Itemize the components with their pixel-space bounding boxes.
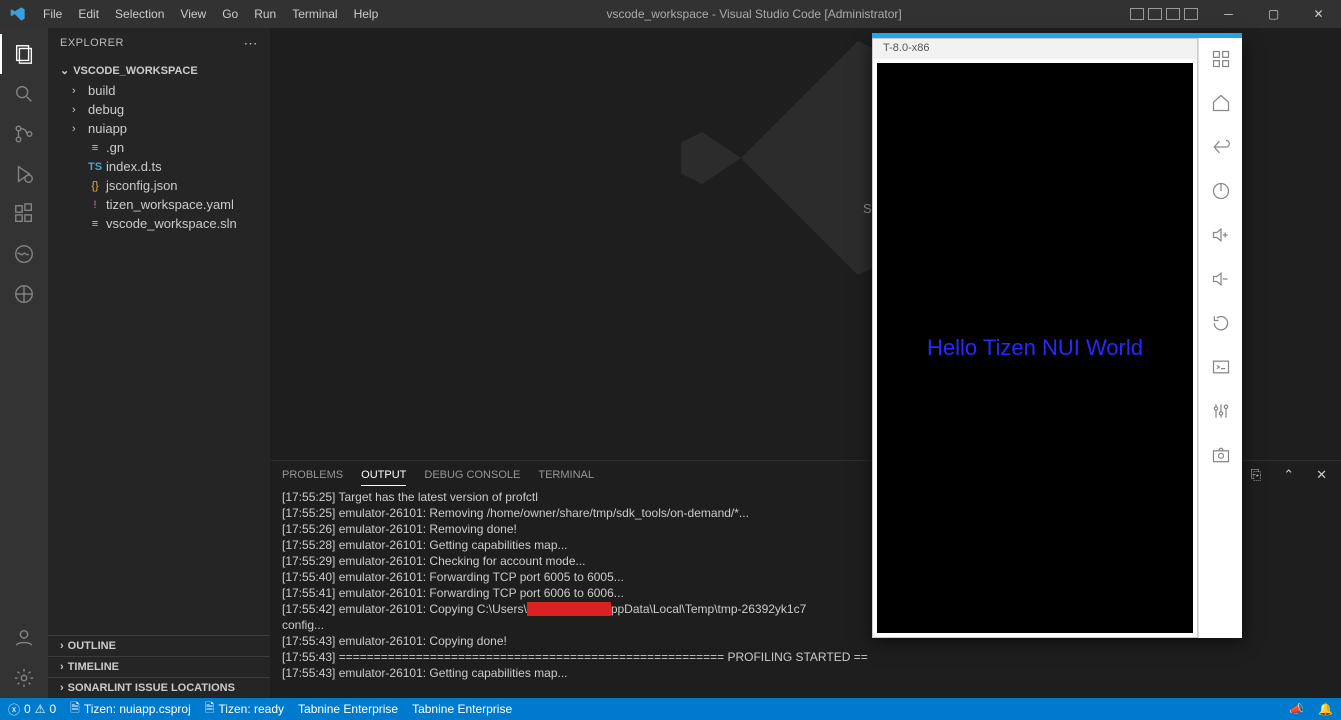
title-bar: File Edit Selection View Go Run Terminal… (0, 0, 1341, 28)
maximize-button[interactable]: ▢ (1251, 0, 1296, 28)
chevron-right-icon: › (60, 682, 64, 694)
tree-item-debug[interactable]: ›debug (48, 100, 270, 119)
vscode-logo-icon (0, 6, 35, 22)
panel-left-icon[interactable] (1130, 8, 1144, 20)
chevron-right-icon: › (60, 640, 64, 652)
file-icon: 🗎 (205, 699, 215, 720)
layout-customize-icon[interactable] (1184, 8, 1198, 20)
menu-run[interactable]: Run (246, 7, 284, 21)
tree-item-sln[interactable]: ≡vscode_workspace.sln (48, 214, 270, 233)
run-debug-icon[interactable] (0, 154, 48, 194)
file-icon: 🗎 (70, 699, 80, 720)
json-file-icon: {} (88, 180, 102, 192)
status-errors[interactable]: ⓧ0⚠0 (8, 701, 56, 718)
emu-volume-down-icon[interactable] (1208, 266, 1234, 292)
tree-item-gn[interactable]: ≡.gn (48, 138, 270, 157)
window-title: vscode_workspace - Visual Studio Code [A… (386, 7, 1122, 21)
emu-shell-icon[interactable] (1208, 354, 1234, 380)
emu-power-icon[interactable] (1208, 178, 1234, 204)
panel-right-icon[interactable] (1166, 8, 1180, 20)
sonarlint-icon[interactable] (0, 234, 48, 274)
redacted-text: xxxxxxxxxxxxxx (527, 602, 611, 616)
warning-icon: ⚠ (35, 702, 46, 716)
explorer-more-icon[interactable]: ⋯ (244, 35, 259, 52)
chevron-down-icon: ⌄ (60, 64, 69, 77)
chevron-right-icon: › (72, 85, 84, 97)
close-panel-icon[interactable]: ✕ (1314, 467, 1329, 483)
emulator-screen[interactable]: Hello Tizen NUI World (877, 63, 1193, 633)
layout-icons[interactable] (1122, 8, 1206, 20)
emulator-sidebar (1198, 38, 1242, 638)
emu-back-icon[interactable] (1208, 134, 1234, 160)
emu-home-icon[interactable] (1208, 90, 1234, 116)
status-tabnine-2[interactable]: Tabnine Enterprise (412, 702, 512, 716)
minimize-button[interactable]: ─ (1206, 0, 1251, 28)
sonarlint-section[interactable]: ›SONARLINT ISSUE LOCATIONS (48, 677, 270, 698)
tree-item-build[interactable]: ›build (48, 81, 270, 100)
explorer-sidebar: EXPLORER ⋯ ⌄VSCODE_WORKSPACE ›build ›deb… (48, 28, 270, 698)
status-tizen-ready[interactable]: 🗎Tizen: ready (205, 699, 284, 720)
emu-rotate-icon[interactable] (1208, 310, 1234, 336)
sln-file-icon: ≡ (88, 218, 102, 230)
tizen-icon[interactable] (0, 274, 48, 314)
menu-go[interactable]: Go (214, 7, 246, 21)
close-button[interactable]: ✕ (1296, 0, 1341, 28)
tab-output[interactable]: OUTPUT (361, 465, 406, 486)
menu-view[interactable]: View (172, 7, 214, 21)
chevron-right-icon: › (72, 104, 84, 116)
emu-settings-icon[interactable] (1208, 398, 1234, 424)
tab-problems[interactable]: PROBLEMS (282, 465, 343, 485)
settings-gear-icon[interactable] (0, 658, 48, 698)
tab-terminal[interactable]: TERMINAL (538, 465, 594, 485)
file-icon: ≡ (88, 142, 102, 154)
timeline-section[interactable]: ›TIMELINE (48, 656, 270, 677)
chevron-right-icon: › (60, 661, 64, 673)
status-feedback-icon[interactable]: 📣 (1289, 702, 1304, 716)
menu-selection[interactable]: Selection (107, 7, 172, 21)
explorer-title: EXPLORER (60, 37, 124, 49)
emu-volume-up-icon[interactable] (1208, 222, 1234, 248)
clear-output-icon[interactable]: ⎘ (1249, 467, 1263, 483)
emu-apps-icon[interactable] (1208, 46, 1234, 72)
ts-file-icon: TS (88, 161, 102, 173)
status-bell-icon[interactable]: 🔔 (1318, 702, 1333, 716)
explorer-icon[interactable] (0, 34, 48, 74)
hello-label: Hello Tizen NUI World (927, 335, 1143, 361)
emulator-title: T-8.0-x86 (873, 39, 1197, 59)
status-tabnine-1[interactable]: Tabnine Enterprise (298, 702, 398, 716)
emulator-window[interactable]: T-8.0-x86 Hello Tizen NUI World (872, 38, 1242, 638)
yaml-file-icon: ! (88, 199, 102, 211)
menu-edit[interactable]: Edit (70, 7, 107, 21)
menu-help[interactable]: Help (346, 7, 387, 21)
chevron-up-icon[interactable]: ⌃ (1281, 467, 1296, 483)
chevron-right-icon: › (72, 123, 84, 135)
accounts-icon[interactable] (0, 618, 48, 658)
extensions-icon[interactable] (0, 194, 48, 234)
panel-bottom-icon[interactable] (1148, 8, 1162, 20)
outline-section[interactable]: ›OUTLINE (48, 635, 270, 656)
activity-bar (0, 28, 48, 698)
status-bar: ⓧ0⚠0 🗎Tizen: nuiapp.csproj 🗎Tizen: ready… (0, 698, 1341, 720)
tree-item-jsconfig[interactable]: {}jsconfig.json (48, 176, 270, 195)
search-icon[interactable] (0, 74, 48, 114)
emulator-accent (872, 33, 1242, 38)
error-icon: ⓧ (8, 701, 20, 718)
tree-item-indexdts[interactable]: TSindex.d.ts (48, 157, 270, 176)
tree-item-nuiapp[interactable]: ›nuiapp (48, 119, 270, 138)
tree-item-yaml[interactable]: !tizen_workspace.yaml (48, 195, 270, 214)
folder-root[interactable]: ⌄VSCODE_WORKSPACE (48, 60, 270, 81)
emu-screenshot-icon[interactable] (1208, 442, 1234, 468)
status-tizen-project[interactable]: 🗎Tizen: nuiapp.csproj (70, 699, 191, 720)
tab-debug-console[interactable]: DEBUG CONSOLE (424, 465, 520, 485)
menu-terminal[interactable]: Terminal (284, 7, 345, 21)
menu-file[interactable]: File (35, 7, 70, 21)
source-control-icon[interactable] (0, 114, 48, 154)
